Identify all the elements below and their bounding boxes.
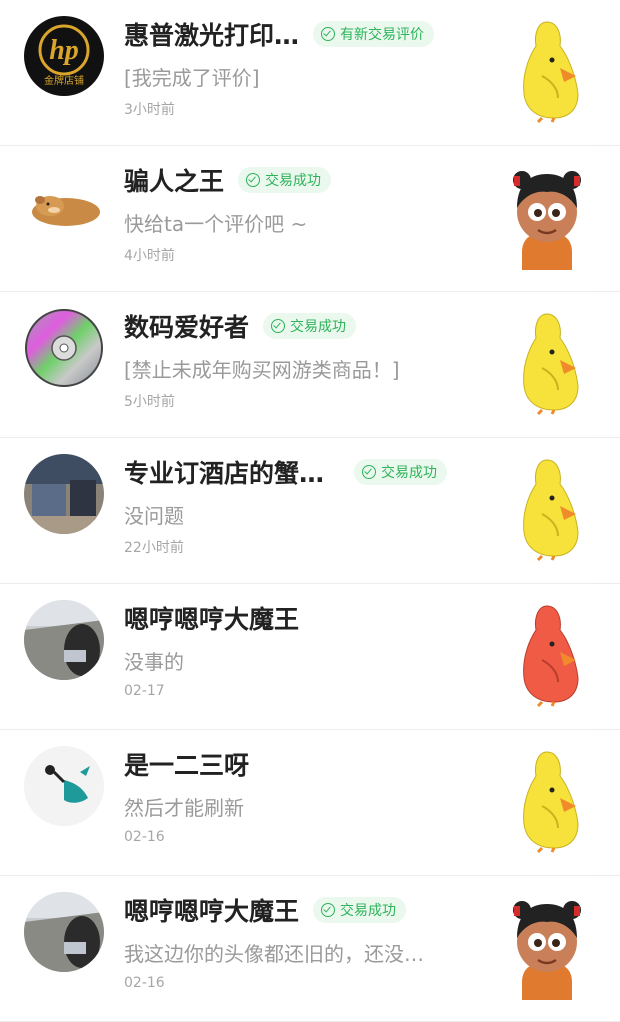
check-circle-icon: [362, 465, 377, 479]
conversation-row[interactable]: 骗人之王 交易成功 快给ta一个评价吧 ~ 4小时前: [0, 146, 620, 292]
photo-avatar[interactable]: [24, 892, 104, 972]
timestamp: 02-16: [124, 829, 165, 845]
check-circle-icon: [246, 173, 261, 187]
message-preview: 然后才能刷新: [124, 796, 244, 820]
conversation-row[interactable]: 数码爱好者 交易成功 [禁止未成年购买网游类商品！] 5小时前: [0, 292, 620, 438]
contact-name: 是一二三呀: [124, 751, 250, 780]
contact-name: 嗯哼嗯哼大魔王: [124, 605, 300, 634]
cartoon-girl-sticker: [502, 160, 592, 270]
status-badge: 交易成功: [238, 167, 332, 193]
status-badge: 交易成功: [354, 459, 448, 485]
badge-label: 交易成功: [381, 465, 438, 481]
red-duck-sticker: [502, 598, 592, 708]
yellow-duck-sticker: [502, 452, 592, 562]
timestamp: 3小时前: [124, 102, 175, 118]
hp-logo-text: hp: [49, 35, 79, 66]
conversation-row[interactable]: 嗯哼嗯哼大魔王 交易成功 我这边你的头像都还旧的，还没… 02-16: [0, 876, 620, 1022]
badge-label: 交易成功: [265, 173, 322, 189]
contact-name: 数码爱好者: [124, 313, 250, 342]
contact-name: 骗人之王: [124, 167, 225, 196]
contact-name: 惠普激光打印…: [124, 21, 300, 50]
conversation-list: hp 金牌店铺 惠普激光打印… 有新交易评价 [我完成了评价] 3小时前 骗人之…: [0, 0, 620, 1022]
yellow-duck-sticker: [502, 14, 592, 124]
status-badge: 交易成功: [263, 313, 357, 339]
conversation-row[interactable]: 嗯哼嗯哼大魔王 没事的 02-17: [0, 584, 620, 730]
bear-avatar[interactable]: [24, 162, 104, 242]
message-preview: 没事的: [124, 650, 184, 674]
badge-label: 交易成功: [290, 319, 347, 335]
badge-label: 有新交易评价: [340, 27, 425, 43]
hp-logo-subtitle: 金牌店铺: [44, 74, 84, 87]
photo-avatar[interactable]: [24, 454, 104, 534]
yellow-duck-sticker: [502, 306, 592, 416]
photo-avatar[interactable]: [24, 600, 104, 680]
message-preview: 我这边你的头像都还旧的，还没…: [124, 942, 424, 966]
hp-logo-avatar[interactable]: hp 金牌店铺: [24, 16, 104, 96]
message-preview: 没问题: [124, 504, 184, 528]
yellow-duck-sticker: [502, 744, 592, 854]
message-preview: [禁止未成年购买网游类商品！]: [124, 358, 400, 382]
message-preview: 快给ta一个评价吧 ~: [124, 212, 308, 236]
timestamp: 02-17: [124, 683, 165, 699]
check-circle-icon: [321, 903, 336, 917]
timestamp: 4小时前: [124, 248, 175, 264]
badge-label: 交易成功: [340, 903, 397, 919]
conversation-row[interactable]: hp 金牌店铺 惠普激光打印… 有新交易评价 [我完成了评价] 3小时前: [0, 0, 620, 146]
conversation-row[interactable]: 是一二三呀 然后才能刷新 02-16: [0, 730, 620, 876]
illustration-avatar[interactable]: [24, 746, 104, 826]
conversation-row[interactable]: 专业订酒店的蟹… 交易成功 没问题 22小时前: [0, 438, 620, 584]
timestamp: 5小时前: [124, 394, 175, 410]
contact-name: 专业订酒店的蟹…: [124, 459, 325, 488]
check-circle-icon: [271, 319, 286, 333]
cd-disc-avatar[interactable]: [24, 308, 104, 388]
contact-name: 嗯哼嗯哼大魔王: [124, 897, 300, 926]
check-circle-icon: [321, 27, 336, 41]
timestamp: 02-16: [124, 975, 165, 991]
message-preview: [我完成了评价]: [124, 66, 260, 90]
timestamp: 22小时前: [124, 540, 184, 556]
status-badge: 有新交易评价: [313, 21, 435, 47]
status-badge: 交易成功: [313, 897, 407, 923]
cartoon-girl-sticker: [502, 890, 592, 1000]
